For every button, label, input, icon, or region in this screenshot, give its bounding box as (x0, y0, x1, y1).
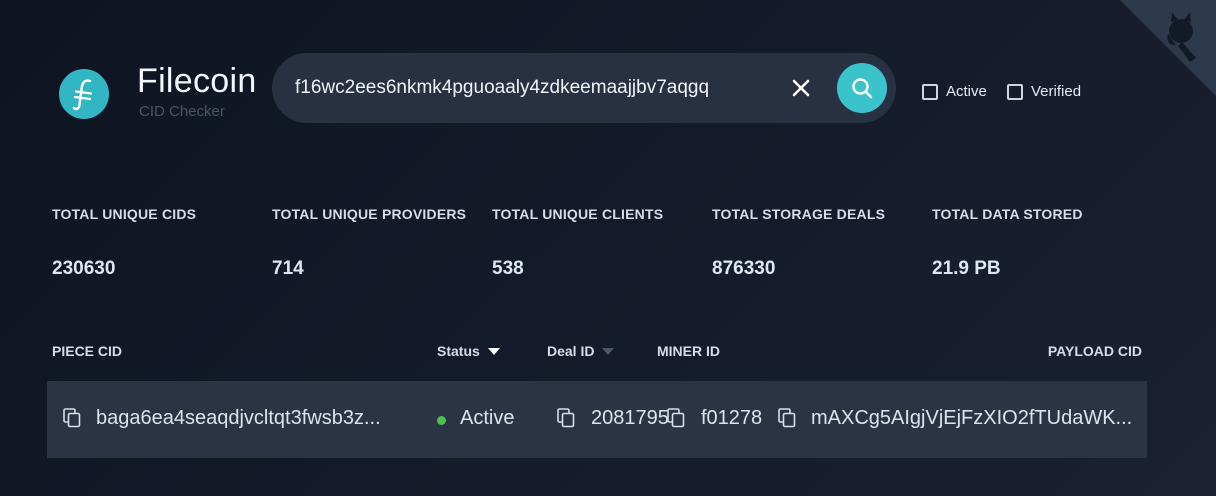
github-corner-link[interactable] (1120, 0, 1216, 96)
filter-active[interactable]: Active (922, 83, 987, 100)
column-label: MINER ID (657, 343, 720, 359)
stat-label: TOTAL STORAGE DEALS (712, 206, 886, 222)
column-header-piece-cid: PIECE CID (52, 343, 122, 359)
payload-cid-cell: mAXCg5AIgjVjEjFzXIO2fTUdaWK... (811, 407, 1133, 429)
stat-value: 876330 (712, 258, 776, 279)
stat-value: 538 (492, 258, 524, 279)
app-title: Filecoin (137, 62, 257, 100)
status-active-dot (437, 416, 446, 425)
column-header-payload-cid: PAYLOAD CID (1048, 343, 1142, 359)
search-input[interactable]: f16wc2ees6nkmk4pguoaaly4zdkeemaajjbv7aqg… (295, 77, 709, 99)
copy-icon[interactable] (557, 408, 575, 428)
column-header-miner-id: MINER ID (657, 343, 720, 359)
copy-icon[interactable] (778, 408, 796, 428)
column-label: PIECE CID (52, 343, 123, 359)
deal-id-cell: 2081795 (591, 407, 669, 429)
close-icon (792, 79, 810, 97)
search-bar[interactable]: f16wc2ees6nkmk4pguoaaly4zdkeemaajjbv7aqg… (272, 53, 896, 123)
column-label: Status (437, 343, 480, 359)
miner-id-cell: f01278 (701, 407, 763, 429)
stat-label: TOTAL DATA STORED (932, 206, 1083, 222)
status-cell: Active (460, 407, 515, 429)
search-button[interactable] (837, 63, 887, 113)
stat-label: TOTAL UNIQUE CLIENTS (492, 206, 664, 222)
stat-storage-deals: TOTAL STORAGE DEALS 876330 (712, 206, 885, 280)
stat-value: 230630 (52, 258, 116, 279)
sort-desc-icon[interactable] (602, 347, 615, 355)
column-header-deal-id[interactable]: Deal ID (547, 343, 615, 359)
piece-cid-cell: baga6ea4seaqdjvcltqt3fwsb3z... (96, 407, 381, 429)
copy-icon[interactable] (63, 408, 81, 428)
filter-verified-label: Verified (1031, 83, 1082, 100)
stat-unique-cids: TOTAL UNIQUE CIDS 230630 (52, 206, 196, 280)
active-checkbox[interactable] (922, 83, 938, 100)
column-header-status[interactable]: Status (437, 343, 500, 359)
sort-desc-icon[interactable] (487, 347, 500, 355)
stat-unique-clients: TOTAL UNIQUE CLIENTS 538 (492, 206, 663, 280)
stat-value: 21.9 PB (932, 258, 1001, 279)
column-label: Deal ID (547, 343, 595, 359)
search-icon (852, 78, 873, 99)
github-icon (1120, 0, 1216, 96)
filter-active-label: Active (946, 83, 987, 100)
column-label: PAYLOAD CID (1047, 343, 1142, 359)
stat-label: TOTAL UNIQUE PROVIDERS (272, 206, 467, 222)
verified-checkbox[interactable] (1007, 83, 1023, 100)
table-row: baga6ea4seaqdjvcltqt3fwsb3z... Active 20… (47, 381, 1147, 458)
clear-search-button[interactable] (788, 75, 814, 101)
stat-unique-providers: TOTAL UNIQUE PROVIDERS 714 (272, 206, 466, 280)
app-subtitle: CID Checker (139, 103, 225, 120)
filecoin-logo-icon (59, 69, 109, 119)
copy-icon[interactable] (667, 408, 685, 428)
filter-verified[interactable]: Verified (1007, 83, 1081, 100)
stat-label: TOTAL UNIQUE CIDS (52, 206, 197, 222)
stat-value: 714 (272, 258, 304, 279)
stat-data-stored: TOTAL DATA STORED 21.9 PB (932, 206, 1083, 280)
